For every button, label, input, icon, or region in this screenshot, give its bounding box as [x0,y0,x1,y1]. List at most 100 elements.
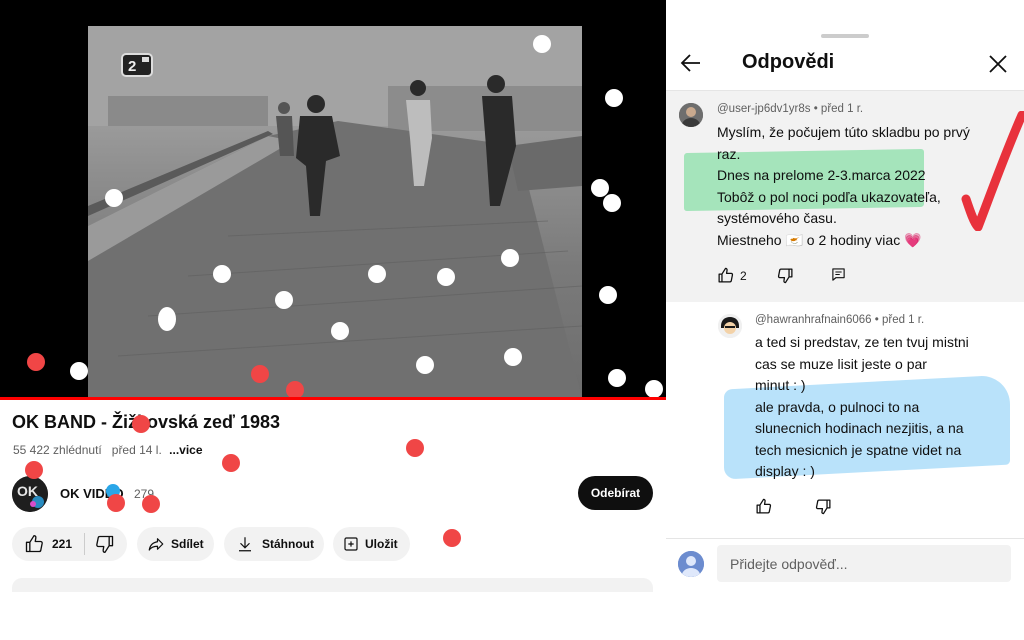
overlay-dot [331,322,349,340]
video-progress-bar[interactable] [0,397,666,400]
overlay-dot [608,369,626,387]
default-user-icon [678,551,704,577]
thumbs-down-icon [777,268,793,284]
comment-line: tech mesicnich je spatne videt na [755,441,962,458]
thumbs-up-icon [756,498,772,514]
overlay-dot [599,286,617,304]
download-button[interactable]: Stáhnout [224,527,324,561]
video-frame: 2 [88,26,582,398]
comment-line: Miestneho 🇨🇾 o 2 hodiny viac 💗 [717,231,922,248]
subscribe-button[interactable]: Odebírat [578,476,653,510]
reply-comment-icon [832,268,845,281]
comment-header: @hawranhrafnain6066 • před 1 r. [755,314,925,326]
like-button[interactable]: 2 [717,267,747,284]
avatar[interactable] [679,103,703,127]
overlay-dot [70,362,88,380]
close-icon[interactable] [988,54,1008,74]
overlay-dot [416,356,434,374]
overlay-dot [27,353,45,371]
divider [666,538,1024,539]
overlay-dot [213,265,231,283]
like-count: 221 [52,537,73,551]
drag-handle[interactable] [821,34,869,38]
comment-author[interactable]: @hawranhrafnain6066 [755,314,872,326]
person-photo-icon [679,103,703,127]
comment-author[interactable]: @user-jp6dv1yr8s [717,103,811,115]
thumbs-down-icon [815,499,831,515]
video-scene-graphic: 2 [88,26,582,398]
svg-text:OK: OK [17,483,38,499]
comment-line: a ted si predstav, ze ten tvuj mistni [755,334,969,350]
channel-avatar[interactable]: OK [12,476,48,512]
overlay-dot [603,194,621,212]
download-icon [239,537,251,552]
video-player[interactable]: 2 [0,0,666,398]
panel-title: Odpovědi [742,51,835,73]
share-label: Sdílet [171,537,204,551]
comment-line: cas se muze lisit jeste o par [755,355,927,372]
overlay-dot [406,439,424,457]
overlay-dot [591,179,609,197]
overlay-dot [158,307,176,331]
checkmark-icon [961,111,1024,231]
overlay-dot [605,89,623,107]
back-arrow-icon[interactable] [680,53,702,73]
upload-age: před 14 l. [111,443,162,457]
next-card [12,578,653,592]
like-button[interactable]: 221 [12,527,72,561]
person-cartoon-icon [718,314,742,338]
overlay-dot [142,495,160,513]
comment-line: display : ) [755,463,815,479]
svg-text:2: 2 [128,58,136,75]
overlay-dot [533,35,551,53]
overlay-dot [107,494,125,512]
save-button[interactable]: Uložit [333,527,410,561]
ok-video-logo-icon: OK [12,476,48,512]
thumbs-up-icon [25,535,43,553]
share-icon [148,538,164,551]
like-dislike-group: 221 [12,527,127,561]
comment-line: ale pravda, o pulnoci to na [755,398,920,415]
like-count: 2 [740,268,747,283]
dislike-button[interactable] [85,527,115,561]
reply-input[interactable] [717,545,1011,582]
overlay-dot [222,454,240,472]
dislike-button[interactable] [777,267,794,284]
overlay-dot [504,348,522,366]
view-count: 55 422 zhlédnutí [13,443,102,457]
thumbs-up-icon [718,267,734,283]
more-link[interactable]: ...vice [169,443,202,457]
parent-comment: @user-jp6dv1yr8s • před 1 r. Myslím, že … [666,91,1024,302]
ct2-logo-icon: 2 [121,53,153,77]
avatar[interactable] [718,314,742,338]
comment-line: slunecnich hodinach nezjitis, a na [755,420,964,436]
overlay-dot [368,265,386,283]
add-to-playlist-icon [344,537,358,551]
comment-line: minut : ) [755,377,806,393]
user-avatar[interactable] [678,551,704,577]
reply-button[interactable] [831,267,846,282]
comment-text: a ted si predstav, ze ten tvuj mistni ca… [755,332,1017,483]
overlay-dot [286,381,304,398]
overlay-dot [443,529,461,547]
overlay-dot [645,380,663,398]
overlay-dot [25,461,43,479]
video-meta[interactable]: 55 422 zhlédnutí před 14 l. ...vice [13,443,203,457]
thumbs-down-icon [96,535,114,553]
replies-panel: Odpovědi @user-jp6dv1yr8s • před 1 r. My… [666,26,1024,592]
reply-comment: @hawranhrafnain6066 • před 1 r. a ted si… [666,302,1024,538]
download-label: Stáhnout [262,537,314,551]
share-button[interactable]: Sdílet [137,527,214,561]
save-label: Uložit [365,537,398,551]
overlay-dot [437,268,455,286]
overlay-dot [501,249,519,267]
dislike-button[interactable] [815,498,832,515]
comment-header: @user-jp6dv1yr8s • před 1 r. [717,103,864,115]
overlay-dot [275,291,293,309]
like-button[interactable] [755,498,772,515]
overlay-dot [105,189,123,207]
overlay-dot [251,365,269,383]
comment-time: před 1 r. [881,314,925,326]
comment-time: před 1 r. [820,103,864,115]
overlay-dot [132,415,150,433]
